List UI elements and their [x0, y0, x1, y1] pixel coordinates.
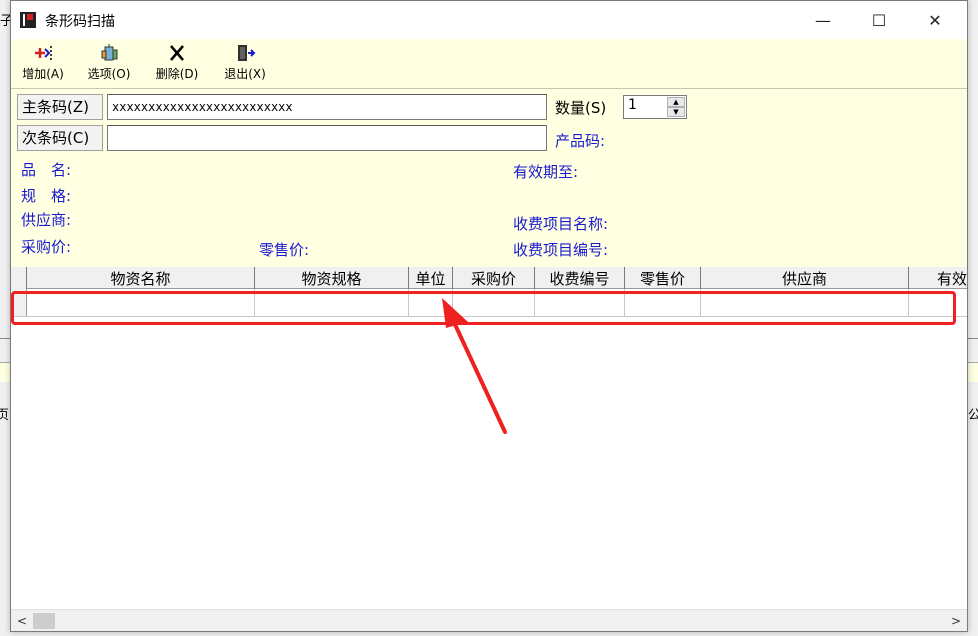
product-code-label: 产品码: [555, 132, 606, 150]
background-fragment: 公 [968, 408, 978, 423]
spec-label: 规 格: [21, 187, 72, 205]
spin-up-icon[interactable]: ▲ [667, 97, 685, 107]
delete-label: 删除(D) [155, 67, 199, 81]
quantity-stepper[interactable]: 1 ▲ ▼ [623, 95, 687, 119]
fee-item-name-label: 收费项目名称: [513, 215, 609, 233]
close-button[interactable]: ✕ [907, 1, 963, 39]
grid-header: 物资名称 物资规格 单位 采购价 收费编号 零售价 供应商 有效 [11, 267, 967, 289]
column-header-unit[interactable]: 单位 [409, 267, 453, 289]
exit-label: 退出(X) [224, 67, 266, 81]
spin-down-icon[interactable]: ▼ [667, 107, 685, 117]
column-header-retail-price[interactable]: 零售价 [625, 267, 701, 289]
column-header-spec[interactable]: 物资规格 [255, 267, 409, 289]
horizontal-scrollbar[interactable]: < > [11, 609, 967, 631]
scroll-thumb[interactable] [33, 613, 55, 629]
minimize-button[interactable]: — [795, 1, 851, 39]
column-header-supplier[interactable]: 供应商 [701, 267, 909, 289]
column-header-expiry[interactable]: 有效 [909, 267, 969, 289]
header-corner [11, 267, 27, 289]
column-header-fee-code[interactable]: 收费编号 [535, 267, 625, 289]
quantity-value: 1 [628, 97, 637, 113]
supplier-label: 供应商: [21, 211, 72, 229]
add-icon [35, 46, 52, 60]
delete-icon [170, 45, 184, 61]
main-barcode-input[interactable]: xxxxxxxxxxxxxxxxxxxxxxxxx [107, 94, 547, 120]
exit-door-icon [238, 45, 256, 61]
column-header-name[interactable]: 物资名称 [27, 267, 255, 289]
toolbar: 增加(A) 选项(O) 删除(D) 退出(X) [11, 39, 967, 89]
column-header-purchase-price[interactable]: 采购价 [453, 267, 535, 289]
scroll-left-icon[interactable]: < [13, 612, 31, 630]
exit-button[interactable]: 退出(X) [217, 43, 273, 85]
app-icon [20, 12, 36, 28]
scroll-right-icon[interactable]: > [947, 612, 965, 630]
options-label: 选项(O) [87, 67, 131, 81]
options-icon [101, 44, 118, 61]
main-barcode-button[interactable]: 主条码(Z) [17, 94, 103, 120]
barcode-form: 主条码(Z) xxxxxxxxxxxxxxxxxxxxxxxxx 数量(S) 1… [11, 89, 967, 267]
background-divider [968, 338, 978, 339]
fee-item-code-label: 收费项目编号: [513, 241, 609, 259]
add-label: 增加(A) [22, 67, 64, 81]
expiry-label: 有效期至: [513, 163, 579, 181]
retail-price-label: 零售价: [259, 241, 310, 259]
options-button[interactable]: 选项(O) [81, 43, 137, 85]
highlight-box [11, 291, 956, 325]
add-button[interactable]: 增加(A) [15, 43, 71, 85]
sub-barcode-button[interactable]: 次条码(C) [17, 125, 103, 151]
name-label: 品 名: [21, 161, 72, 179]
window-title: 条形码扫描 [45, 14, 115, 30]
delete-button[interactable]: 删除(D) [149, 43, 205, 85]
sub-barcode-input[interactable] [107, 125, 547, 151]
background-divider [968, 362, 978, 382]
title-bar[interactable]: 条形码扫描 — ☐ ✕ [11, 1, 967, 39]
background-fragment: 页 [0, 408, 10, 423]
background-divider [0, 362, 10, 382]
purchase-price-label: 采购价: [21, 238, 72, 256]
background-divider [0, 338, 10, 339]
quantity-label: 数量(S) [555, 99, 607, 117]
maximize-button[interactable]: ☐ [851, 1, 907, 39]
